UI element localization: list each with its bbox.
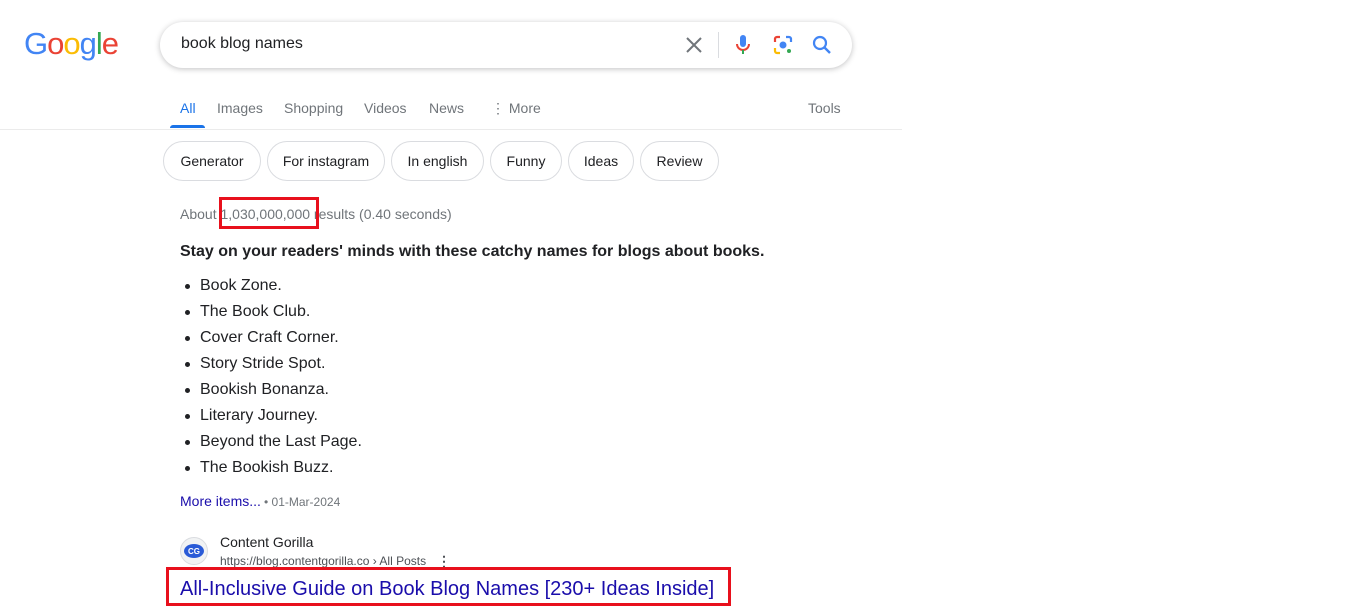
list-item: Bookish Bonanza.	[180, 380, 362, 406]
stats-suffix: results (0.40 seconds)	[310, 206, 452, 222]
divider	[718, 32, 719, 58]
more-vert-icon: ⋮	[491, 100, 505, 116]
list-item: Literary Journey.	[180, 406, 362, 432]
microphone-icon[interactable]	[731, 33, 755, 57]
chip-ideas[interactable]: Ideas	[568, 141, 634, 181]
chip-for-instagram[interactable]: For instagram	[267, 141, 385, 181]
tab-news[interactable]: News	[429, 100, 464, 116]
more-items-link[interactable]: More items...	[180, 493, 261, 509]
close-icon[interactable]	[682, 33, 706, 57]
lens-icon[interactable]	[771, 33, 795, 57]
google-logo[interactable]: Google	[24, 26, 119, 62]
chip-review[interactable]: Review	[640, 141, 719, 181]
tab-images[interactable]: Images	[217, 100, 263, 116]
list-item: The Book Club.	[180, 302, 362, 328]
tab-more[interactable]: ⋮ More	[491, 100, 541, 117]
snippet-date: • 01-Mar-2024	[264, 495, 341, 509]
tab-shopping[interactable]: Shopping	[284, 100, 343, 116]
chip-in-english[interactable]: In english	[391, 141, 484, 181]
site-favicon[interactable]: CG	[180, 537, 208, 565]
tab-more-label: More	[508, 100, 541, 116]
list-item: Story Stride Spot.	[180, 354, 362, 380]
search-icon[interactable]	[810, 33, 834, 57]
highlight-box-count	[219, 197, 319, 229]
tab-videos[interactable]: Videos	[364, 100, 407, 116]
snippet-list: Book Zone. The Book Club. Cover Craft Co…	[180, 276, 362, 484]
stats-prefix: About	[180, 206, 221, 222]
search-box[interactable]: book blog names	[160, 22, 852, 68]
list-item: Cover Craft Corner.	[180, 328, 362, 354]
list-item: The Bookish Buzz.	[180, 458, 362, 484]
active-tab-indicator	[170, 125, 205, 128]
snippet-heading: Stay on your readers' minds with these c…	[180, 243, 765, 260]
search-input[interactable]: book blog names	[181, 35, 303, 53]
site-url[interactable]: https://blog.contentgorilla.co › All Pos…	[220, 554, 426, 568]
list-item: Beyond the Last Page.	[180, 432, 362, 458]
highlight-box-title	[166, 567, 731, 606]
tab-all[interactable]: All	[180, 100, 196, 116]
svg-text:CG: CG	[188, 547, 200, 556]
date-text: 01-Mar-2024	[271, 495, 341, 509]
chip-funny[interactable]: Funny	[490, 141, 562, 181]
list-item: Book Zone.	[180, 276, 362, 302]
tools-button[interactable]: Tools	[808, 100, 841, 116]
header-divider	[0, 129, 902, 130]
site-name[interactable]: Content Gorilla	[220, 534, 313, 550]
chip-generator[interactable]: Generator	[163, 141, 261, 181]
